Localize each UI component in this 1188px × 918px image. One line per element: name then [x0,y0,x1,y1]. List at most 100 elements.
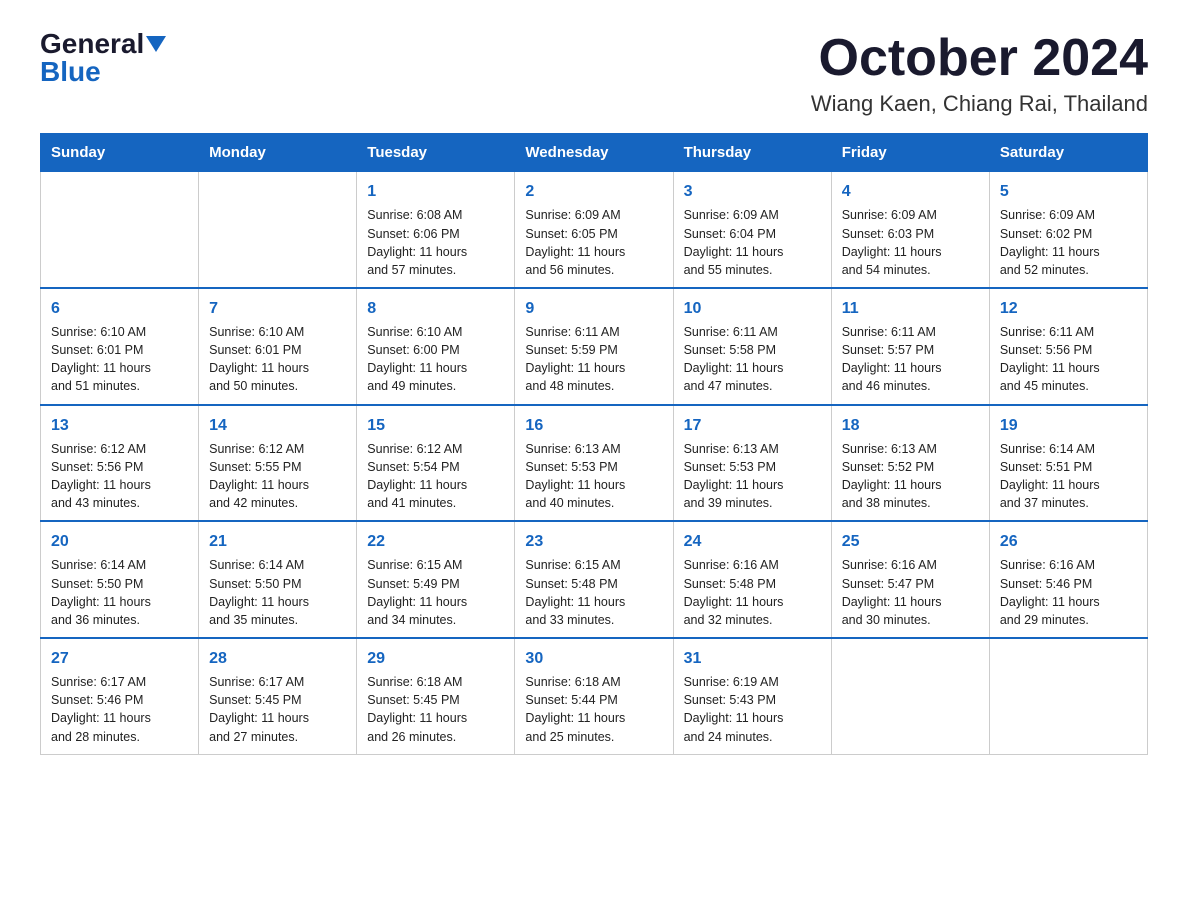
calendar-cell: 21 Sunrise: 6:14 AMSunset: 5:50 PMDayligh… [199,521,357,638]
day-info: Sunrise: 6:11 AMSunset: 5:56 PMDaylight:… [1000,323,1137,396]
calendar-header-friday: Friday [831,134,989,172]
calendar-cell [41,172,199,288]
calendar-cell: 13Sunrise: 6:12 AMSunset: 5:56 PMDayligh… [41,405,199,522]
calendar-cell: 3 Sunrise: 6:09 AMSunset: 6:04 PMDaylight… [673,172,831,288]
day-number: 25 [842,530,979,553]
month-title: October 2024 [811,30,1148,87]
calendar-cell: 5Sunrise: 6:09 AMSunset: 6:02 PMDaylight… [989,172,1147,288]
page-header: General Blue October 2024 Wiang Kaen, Ch… [40,30,1148,117]
day-number: 27 [51,647,188,670]
day-number: 1 [367,180,504,203]
calendar-cell: 6 Sunrise: 6:10 AMSunset: 6:01 PMDaylight… [41,288,199,405]
logo: General Blue [40,30,166,86]
day-info: Sunrise: 6:11 AMSunset: 5:57 PMDaylight:… [842,323,979,396]
calendar-cell [831,638,989,754]
day-info: Sunrise: 6:12 AMSunset: 5:54 PMDaylight:… [367,440,504,513]
calendar-cell: 29 Sunrise: 6:18 AMSunset: 5:45 PMDayligh… [357,638,515,754]
day-info: Sunrise: 6:16 AMSunset: 5:46 PMDaylight:… [1000,556,1137,629]
calendar-cell: 1 Sunrise: 6:08 AMSunset: 6:06 PMDaylight… [357,172,515,288]
day-info: Sunrise: 6:13 AMSunset: 5:53 PMDaylight:… [525,440,662,513]
day-info: Sunrise: 6:16 AMSunset: 5:48 PMDaylight:… [684,556,821,629]
calendar-week-row: 27Sunrise: 6:17 AMSunset: 5:46 PMDayligh… [41,638,1148,754]
day-number: 10 [684,297,821,320]
day-info: Sunrise: 6:08 AMSunset: 6:06 PMDaylight:… [367,206,504,279]
day-number: 17 [684,414,821,437]
day-number: 28 [209,647,346,670]
day-info: Sunrise: 6:15 AMSunset: 5:48 PMDaylight:… [525,556,662,629]
calendar-header-thursday: Thursday [673,134,831,172]
title-section: October 2024 Wiang Kaen, Chiang Rai, Tha… [811,30,1148,117]
day-info: Sunrise: 6:14 AMSunset: 5:50 PMDaylight:… [209,556,346,629]
calendar-cell [989,638,1147,754]
day-info: Sunrise: 6:14 AMSunset: 5:50 PMDaylight:… [51,556,188,629]
calendar-header-saturday: Saturday [989,134,1147,172]
day-number: 8 [367,297,504,320]
day-number: 11 [842,297,979,320]
day-info: Sunrise: 6:13 AMSunset: 5:53 PMDaylight:… [684,440,821,513]
day-number: 23 [525,530,662,553]
calendar-cell: 27Sunrise: 6:17 AMSunset: 5:46 PMDayligh… [41,638,199,754]
day-number: 21 [209,530,346,553]
day-number: 29 [367,647,504,670]
day-number: 12 [1000,297,1137,320]
day-number: 15 [367,414,504,437]
calendar-cell: 4Sunrise: 6:09 AMSunset: 6:03 PMDaylight… [831,172,989,288]
calendar-week-row: 20Sunrise: 6:14 AMSunset: 5:50 PMDayligh… [41,521,1148,638]
calendar-cell: 22 Sunrise: 6:15 AMSunset: 5:49 PMDayligh… [357,521,515,638]
calendar-cell: 9Sunrise: 6:11 AMSunset: 5:59 PMDaylight… [515,288,673,405]
day-number: 5 [1000,180,1137,203]
day-info: Sunrise: 6:16 AMSunset: 5:47 PMDaylight:… [842,556,979,629]
day-info: Sunrise: 6:12 AMSunset: 5:56 PMDaylight:… [51,440,188,513]
calendar-header-tuesday: Tuesday [357,134,515,172]
calendar-table: SundayMondayTuesdayWednesdayThursdayFrid… [40,133,1148,754]
calendar-cell: 25 Sunrise: 6:16 AMSunset: 5:47 PMDayligh… [831,521,989,638]
calendar-cell: 7 Sunrise: 6:10 AMSunset: 6:01 PMDaylight… [199,288,357,405]
day-info: Sunrise: 6:13 AMSunset: 5:52 PMDaylight:… [842,440,979,513]
day-number: 4 [842,180,979,203]
logo-general-text: General [40,30,144,58]
calendar-week-row: 13Sunrise: 6:12 AMSunset: 5:56 PMDayligh… [41,405,1148,522]
day-number: 19 [1000,414,1137,437]
calendar-cell: 20Sunrise: 6:14 AMSunset: 5:50 PMDayligh… [41,521,199,638]
calendar-cell: 14Sunrise: 6:12 AMSunset: 5:55 PMDayligh… [199,405,357,522]
calendar-cell: 23 Sunrise: 6:15 AMSunset: 5:48 PMDayligh… [515,521,673,638]
day-info: Sunrise: 6:09 AMSunset: 6:04 PMDaylight:… [684,206,821,279]
calendar-cell: 2 Sunrise: 6:09 AMSunset: 6:05 PMDaylight… [515,172,673,288]
location-title: Wiang Kaen, Chiang Rai, Thailand [811,91,1148,117]
calendar-cell: 26 Sunrise: 6:16 AMSunset: 5:46 PMDayligh… [989,521,1147,638]
calendar-cell: 10Sunrise: 6:11 AMSunset: 5:58 PMDayligh… [673,288,831,405]
day-info: Sunrise: 6:10 AMSunset: 6:00 PMDaylight:… [367,323,504,396]
calendar-cell: 28 Sunrise: 6:17 AMSunset: 5:45 PMDayligh… [199,638,357,754]
logo-triangle-icon [146,36,166,52]
day-number: 3 [684,180,821,203]
day-info: Sunrise: 6:19 AMSunset: 5:43 PMDaylight:… [684,673,821,746]
calendar-cell: 16 Sunrise: 6:13 AMSunset: 5:53 PMDayligh… [515,405,673,522]
day-number: 7 [209,297,346,320]
day-number: 6 [51,297,188,320]
calendar-cell [199,172,357,288]
day-info: Sunrise: 6:09 AMSunset: 6:05 PMDaylight:… [525,206,662,279]
calendar-cell: 18 Sunrise: 6:13 AMSunset: 5:52 PMDayligh… [831,405,989,522]
day-info: Sunrise: 6:10 AMSunset: 6:01 PMDaylight:… [209,323,346,396]
day-info: Sunrise: 6:17 AMSunset: 5:45 PMDaylight:… [209,673,346,746]
day-info: Sunrise: 6:10 AMSunset: 6:01 PMDaylight:… [51,323,188,396]
calendar-cell: 31Sunrise: 6:19 AMSunset: 5:43 PMDayligh… [673,638,831,754]
calendar-cell: 17 Sunrise: 6:13 AMSunset: 5:53 PMDayligh… [673,405,831,522]
calendar-cell: 12 Sunrise: 6:11 AMSunset: 5:56 PMDayligh… [989,288,1147,405]
day-number: 16 [525,414,662,437]
calendar-cell: 24 Sunrise: 6:16 AMSunset: 5:48 PMDayligh… [673,521,831,638]
day-info: Sunrise: 6:18 AMSunset: 5:45 PMDaylight:… [367,673,504,746]
day-info: Sunrise: 6:15 AMSunset: 5:49 PMDaylight:… [367,556,504,629]
calendar-cell: 15 Sunrise: 6:12 AMSunset: 5:54 PMDayligh… [357,405,515,522]
day-number: 18 [842,414,979,437]
day-number: 30 [525,647,662,670]
day-number: 14 [209,414,346,437]
calendar-cell: 11 Sunrise: 6:11 AMSunset: 5:57 PMDayligh… [831,288,989,405]
day-number: 24 [684,530,821,553]
calendar-week-row: 6 Sunrise: 6:10 AMSunset: 6:01 PMDaylight… [41,288,1148,405]
day-number: 22 [367,530,504,553]
calendar-week-row: 1 Sunrise: 6:08 AMSunset: 6:06 PMDaylight… [41,172,1148,288]
day-number: 2 [525,180,662,203]
day-number: 26 [1000,530,1137,553]
logo-blue-text: Blue [40,56,101,87]
